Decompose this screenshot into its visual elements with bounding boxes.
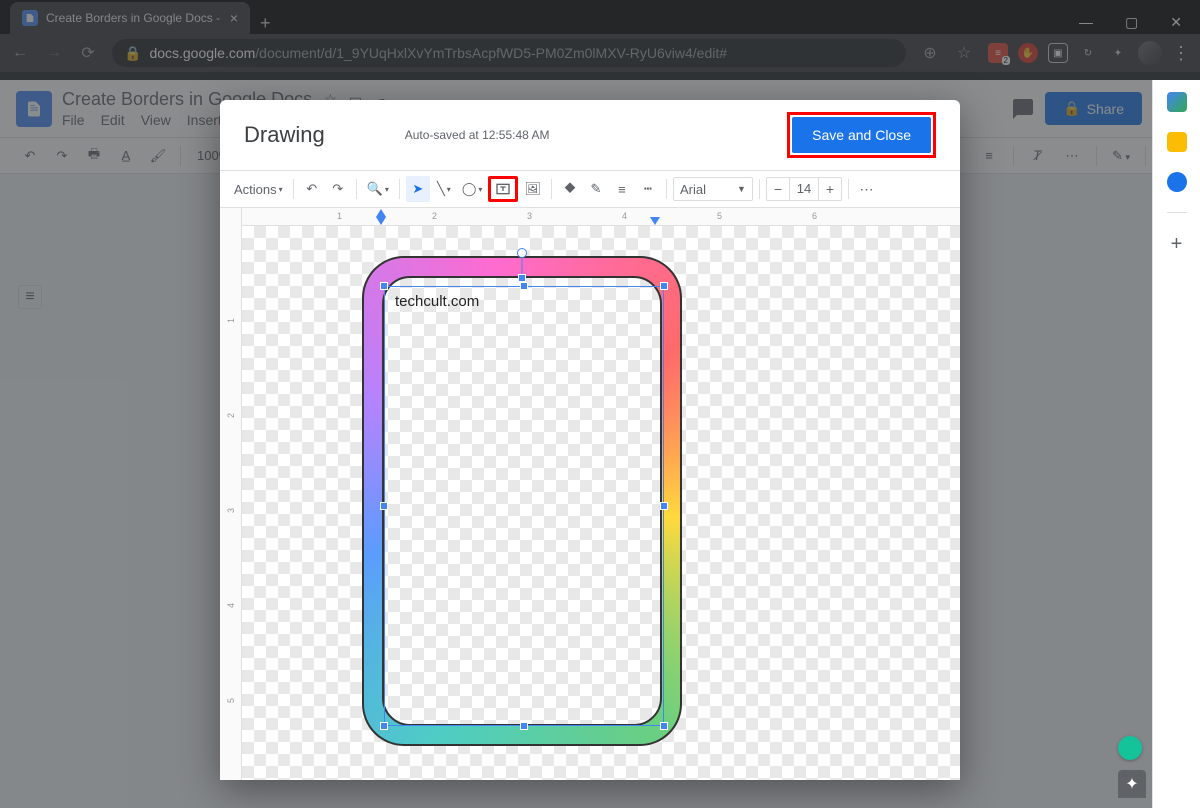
ext-todoist-icon[interactable]: ≡	[988, 43, 1008, 63]
ruler-horizontal: 1 2 3 4 5 6	[242, 208, 960, 226]
keep-addon-icon[interactable]	[1167, 132, 1187, 152]
align-icon[interactable]: ≡	[979, 148, 999, 163]
grammarly-icon[interactable]	[1118, 736, 1142, 760]
tab-close-icon[interactable]: ×	[230, 10, 238, 26]
textbox-tool-icon[interactable]	[488, 176, 518, 202]
border-color-icon[interactable]: ✎	[584, 176, 608, 202]
nav-back-icon[interactable]: ←	[10, 43, 30, 63]
more-options-icon[interactable]: ⋯	[855, 176, 879, 202]
window-minimize[interactable]: —	[1079, 14, 1093, 31]
selection-handle[interactable]	[380, 722, 388, 730]
rotate-handle[interactable]	[517, 248, 527, 258]
font-size-decrease[interactable]: −	[767, 181, 789, 197]
fill-color-icon[interactable]	[558, 176, 582, 202]
star-icon[interactable]: ☆	[954, 43, 974, 63]
save-close-highlight: Save and Close	[787, 112, 936, 158]
ruler-indent-right[interactable]	[650, 217, 660, 225]
window-close[interactable]: ✕	[1170, 14, 1182, 31]
textbox-element[interactable]: techcult.com	[384, 286, 664, 726]
print-icon[interactable]: 🖶	[84, 145, 104, 167]
menu-edit[interactable]: Edit	[101, 112, 125, 128]
menu-file[interactable]: File	[62, 112, 85, 128]
drawing-dialog: Drawing Auto-saved at 12:55:48 AM Save a…	[220, 100, 960, 780]
font-family-select[interactable]: Arial▼	[673, 177, 753, 201]
menu-view[interactable]: View	[141, 112, 171, 128]
selection-handle[interactable]	[520, 722, 528, 730]
actions-menu[interactable]: Actions	[230, 176, 287, 202]
menu-insert[interactable]: Insert	[187, 112, 222, 128]
zoom-tool-icon[interactable]: 🔍	[363, 176, 393, 202]
select-tool-icon[interactable]: ➤	[406, 176, 430, 202]
spellcheck-icon[interactable]: A̲	[116, 148, 136, 163]
docs-logo[interactable]	[16, 91, 52, 127]
drawing-title: Drawing	[244, 122, 325, 148]
border-weight-icon[interactable]: ≡	[610, 176, 634, 202]
ext-unknown-icon[interactable]: ↻	[1078, 43, 1098, 63]
new-tab-button[interactable]: +	[250, 13, 281, 34]
clear-format-icon[interactable]: 𝑇̷	[1028, 148, 1048, 164]
browser-avatar[interactable]	[1138, 41, 1162, 65]
draw-redo-icon[interactable]: ↷	[326, 176, 350, 202]
comments-icon[interactable]	[1011, 97, 1035, 121]
selection-handle[interactable]	[660, 722, 668, 730]
font-size-increase[interactable]: +	[819, 181, 841, 197]
docs-favicon	[22, 10, 38, 26]
ruler-firstline[interactable]	[376, 209, 386, 217]
selection-handle[interactable]	[660, 282, 668, 290]
nav-reload-icon[interactable]: ⟳	[78, 43, 98, 63]
image-tool-icon[interactable]: 🖼	[520, 176, 545, 202]
selection-handle[interactable]	[520, 282, 528, 290]
add-addon-icon[interactable]: +	[1171, 233, 1183, 256]
drawing-canvas[interactable]: techcult.com	[242, 226, 960, 780]
window-maximize[interactable]: ▢	[1125, 14, 1138, 31]
lock-share-icon: 🔒	[1063, 100, 1080, 117]
browser-menu-icon[interactable]: ⋮	[1172, 43, 1190, 64]
ext-pip-icon[interactable]: ▣	[1048, 43, 1068, 63]
border-dash-icon[interactable]: ┅	[636, 176, 660, 202]
browser-tab[interactable]: Create Borders in Google Docs - ×	[10, 2, 250, 34]
ext-adblock-icon[interactable]: ✋	[1018, 43, 1038, 63]
ruler-vertical: 1 2 3 4 5	[220, 208, 242, 780]
lock-icon: 🔒	[124, 45, 141, 62]
explore-button[interactable]: ✦	[1118, 770, 1146, 798]
shape-tool-icon[interactable]: ◯	[458, 176, 487, 202]
search-icon[interactable]: ⊕	[920, 43, 940, 63]
extensions-icon[interactable]: ✦	[1108, 43, 1128, 63]
more-toolbar-icon[interactable]: ⋯	[1062, 148, 1082, 164]
redo-icon[interactable]: ↷	[52, 148, 72, 164]
selection-handle[interactable]	[380, 502, 388, 510]
address-bar[interactable]: 🔒 docs.google.com/document/d/1_9YUqHxlXv…	[112, 39, 906, 67]
outline-toggle-icon[interactable]: ≡	[18, 285, 42, 309]
font-size-value[interactable]: 14	[789, 178, 819, 200]
calendar-addon-icon[interactable]	[1167, 92, 1187, 112]
url-path: /document/d/1_9YUqHxlXvYmTrbsAcpfWD5-PM0…	[255, 45, 727, 61]
nav-forward-icon[interactable]: →	[44, 43, 64, 63]
editing-mode-icon[interactable]: ✎	[1111, 148, 1131, 164]
draw-undo-icon[interactable]: ↶	[300, 176, 324, 202]
shape-handle[interactable]	[518, 274, 526, 282]
url-domain: docs.google.com	[149, 45, 255, 61]
autosave-status: Auto-saved at 12:55:48 AM	[405, 128, 550, 142]
line-tool-icon[interactable]: ╲	[432, 176, 456, 202]
selection-handle[interactable]	[380, 282, 388, 290]
save-and-close-button[interactable]: Save and Close	[792, 117, 931, 153]
undo-icon[interactable]: ↶	[20, 148, 40, 164]
textbox-content[interactable]: techcult.com	[385, 287, 663, 316]
share-button[interactable]: 🔒 Share	[1045, 92, 1142, 125]
paint-format-icon[interactable]: 🖌	[148, 148, 168, 164]
tab-title: Create Borders in Google Docs -	[46, 11, 222, 25]
selection-handle[interactable]	[660, 502, 668, 510]
tasks-addon-icon[interactable]	[1167, 172, 1187, 192]
font-size-control: − 14 +	[766, 177, 842, 201]
ruler-indent-left[interactable]	[376, 217, 386, 225]
